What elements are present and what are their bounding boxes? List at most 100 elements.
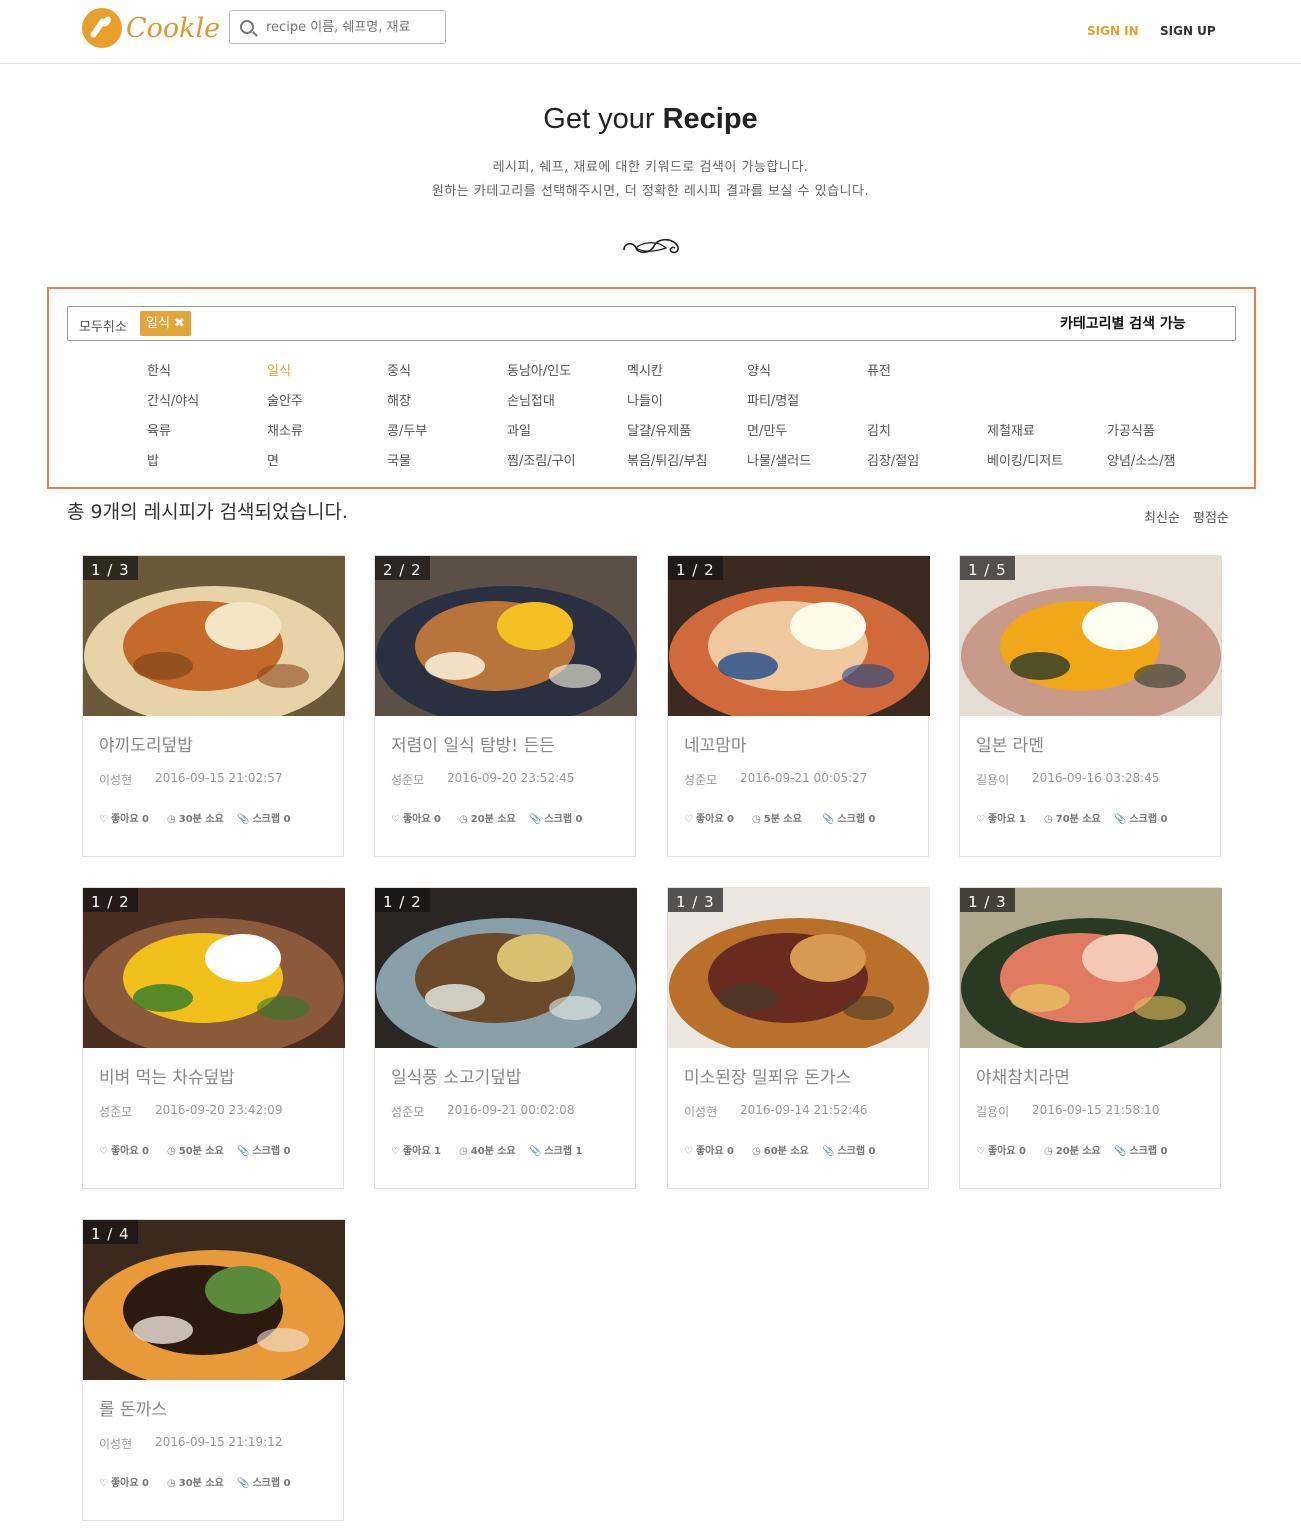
category-2-6[interactable]: 김치: [867, 420, 891, 439]
search-box[interactable]: [229, 10, 446, 44]
recipe-author[interactable]: 성준모: [684, 771, 717, 788]
category-2-5[interactable]: 면/만두: [747, 420, 787, 439]
recipe-time: ◷ 40분 소요: [459, 1142, 516, 1157]
category-3-7[interactable]: 베이킹/디저트: [987, 450, 1063, 469]
category-2-8[interactable]: 가공식품: [1107, 420, 1155, 439]
recipe-likes[interactable]: ♡ 좋아요 0: [99, 1474, 149, 1489]
category-0-6[interactable]: 퓨전: [867, 360, 891, 379]
category-3-8[interactable]: 양념/소스/잼: [1107, 450, 1176, 469]
recipe-scraps[interactable]: 📎 스크랩 0: [1114, 810, 1168, 825]
recipe-card[interactable]: 1 / 4 롤 돈까스 이성현 2016-09-15 21:19:12 ♡ 좋아요 0 ◷ 3…: [82, 1219, 345, 1521]
recipe-title[interactable]: 비벼 먹는 차슈덮밥: [99, 1063, 235, 1088]
category-1-0[interactable]: 간식/야식: [147, 390, 199, 409]
sign-in-link[interactable]: SIGN IN: [1087, 24, 1139, 38]
recipe-likes[interactable]: ♡ 좋아요 0: [391, 810, 441, 825]
category-0-1[interactable]: 일식: [267, 360, 291, 379]
recipe-likes[interactable]: ♡ 좋아요 0: [976, 1142, 1026, 1157]
recipe-card[interactable]: 1 / 2 비벼 먹는 차슈덮밥 성준모 2016-09-20 23:42:09 ♡ 좋아…: [82, 887, 345, 1189]
paperclip-icon: 📎: [822, 814, 835, 825]
category-2-0[interactable]: 육류: [147, 420, 171, 439]
recipe-author[interactable]: 성준모: [99, 1103, 132, 1120]
recipe-author[interactable]: 이성현: [99, 771, 132, 788]
recipe-card[interactable]: 1 / 3 야채참치라면 길용이 2016-09-15 21:58:10 ♡ 좋아요 0 ◷…: [959, 887, 1222, 1189]
recipe-title[interactable]: 일본 라멘: [976, 731, 1044, 756]
recipe-card[interactable]: 1 / 3 미소된장 밀푀유 돈가스 이성현 2016-09-14 21:52:46 ♡…: [667, 887, 930, 1189]
sort-latest-link[interactable]: 최신순: [1144, 507, 1180, 526]
paperclip-icon: 📎: [1114, 814, 1127, 825]
recipe-card[interactable]: 1 / 2 네꼬맘마 성준모 2016-09-21 00:05:27 ♡ 좋아요 0 ◷ 5분…: [667, 555, 930, 857]
recipe-likes[interactable]: ♡ 좋아요 1: [976, 810, 1026, 825]
category-0-0[interactable]: 한식: [147, 360, 171, 379]
clear-all-button[interactable]: 모두취소: [79, 316, 127, 335]
clock-icon: ◷: [167, 1146, 176, 1157]
recipe-card[interactable]: 1 / 2 일식풍 소고기덮밥 성준모 2016-09-21 00:02:08 ♡ 좋아요…: [374, 887, 637, 1189]
recipe-author[interactable]: 길용이: [976, 771, 1009, 788]
category-3-0[interactable]: 밥: [147, 450, 159, 469]
recipe-likes[interactable]: ♡ 좋아요 0: [99, 1142, 149, 1157]
recipe-likes-label: 좋아요 1: [402, 1146, 442, 1157]
recipe-time-label: 40분 소요: [470, 1146, 516, 1157]
recipe-card[interactable]: 1 / 5 일본 라멘 길용이 2016-09-16 03:28:45 ♡ 좋아요 1 ◷ 7…: [959, 555, 1222, 857]
recipe-title[interactable]: 일식풍 소고기덮밥: [391, 1063, 522, 1088]
recipe-time-label: 30분 소요: [178, 1478, 224, 1489]
recipe-author[interactable]: 성준모: [391, 771, 424, 788]
category-1-1[interactable]: 술안주: [267, 390, 303, 409]
category-2-4[interactable]: 달걀/유제품: [627, 420, 691, 439]
category-3-2[interactable]: 국물: [387, 450, 411, 469]
category-3-1[interactable]: 면: [267, 450, 279, 469]
category-2-3[interactable]: 과일: [507, 420, 531, 439]
recipe-time-label: 5분 소요: [763, 814, 802, 825]
sort-rating-link[interactable]: 평점순: [1193, 507, 1229, 526]
category-0-2[interactable]: 중식: [387, 360, 411, 379]
recipe-likes[interactable]: ♡ 좋아요 0: [99, 810, 149, 825]
category-0-3[interactable]: 동남아/인도: [507, 360, 571, 379]
recipe-scraps[interactable]: 📎 스크랩 0: [237, 1474, 291, 1489]
recipe-likes[interactable]: ♡ 좋아요 0: [684, 810, 734, 825]
recipe-time-label: 70분 소요: [1055, 814, 1101, 825]
category-0-5[interactable]: 양식: [747, 360, 771, 379]
recipe-likes[interactable]: ♡ 좋아요 0: [684, 1142, 734, 1157]
recipe-author[interactable]: 길용이: [976, 1103, 1009, 1120]
recipe-title[interactable]: 미소된장 밀푀유 돈가스: [684, 1063, 851, 1088]
sign-up-link[interactable]: SIGN UP: [1160, 24, 1216, 38]
recipe-scraps[interactable]: 📎 스크랩 1: [529, 1142, 583, 1157]
recipe-title[interactable]: 야채참치라면: [976, 1063, 1070, 1088]
photo-counter: 1 / 2: [375, 888, 430, 912]
category-3-6[interactable]: 김장/절임: [867, 450, 919, 469]
recipe-title[interactable]: 저렴이 일식 탐방! 든든: [391, 731, 555, 756]
heart-icon: ♡: [684, 1146, 693, 1157]
search-input[interactable]: [266, 16, 436, 38]
recipe-scraps[interactable]: 📎 스크랩 0: [822, 1142, 876, 1157]
recipe-scraps[interactable]: 📎 스크랩 0: [1114, 1142, 1168, 1157]
category-2-2[interactable]: 콩/두부: [387, 420, 427, 439]
category-1-5[interactable]: 파티/명절: [747, 390, 799, 409]
recipe-title[interactable]: 야끼도리덮밥: [99, 731, 193, 756]
recipe-author[interactable]: 이성현: [684, 1103, 717, 1120]
recipe-title[interactable]: 롤 돈까스: [99, 1395, 167, 1420]
recipe-title[interactable]: 네꼬맘마: [684, 731, 747, 756]
recipe-card[interactable]: 1 / 3 야끼도리덮밥 이성현 2016-09-15 21:02:57 ♡ 좋아요 0 ◷…: [82, 555, 345, 857]
paperclip-icon: 📎: [529, 814, 542, 825]
category-1-2[interactable]: 해장: [387, 390, 411, 409]
recipe-likes[interactable]: ♡ 좋아요 1: [391, 1142, 441, 1157]
category-3-3[interactable]: 찜/조림/구이: [507, 450, 576, 469]
selected-category-chip[interactable]: 일식 ✖: [140, 311, 191, 336]
recipe-time-label: 20분 소요: [470, 814, 516, 825]
category-1-4[interactable]: 나들이: [627, 390, 663, 409]
remove-chip-icon[interactable]: ✖: [174, 316, 185, 331]
category-3-4[interactable]: 볶음/튀김/부침: [627, 450, 708, 469]
category-2-1[interactable]: 채소류: [267, 420, 303, 439]
recipe-author[interactable]: 성준모: [391, 1103, 424, 1120]
category-1-3[interactable]: 손님접대: [507, 390, 555, 409]
recipe-scraps[interactable]: 📎 스크랩 0: [237, 810, 291, 825]
recipe-scraps[interactable]: 📎 스크랩 0: [529, 810, 583, 825]
recipe-scraps[interactable]: 📎 스크랩 0: [237, 1142, 291, 1157]
recipe-card[interactable]: 2 / 2 저렴이 일식 탐방! 든든 성준모 2016-09-20 23:52:45…: [374, 555, 637, 857]
recipe-scraps[interactable]: 📎 스크랩 0: [822, 810, 876, 825]
category-3-5[interactable]: 나물/샐러드: [747, 450, 811, 469]
category-2-7[interactable]: 제철재료: [987, 420, 1035, 439]
recipe-author[interactable]: 이성현: [99, 1435, 132, 1452]
category-0-4[interactable]: 멕시칸: [627, 360, 663, 379]
logo[interactable]: Cookle: [82, 8, 220, 48]
photo-counter: 1 / 2: [668, 556, 723, 580]
